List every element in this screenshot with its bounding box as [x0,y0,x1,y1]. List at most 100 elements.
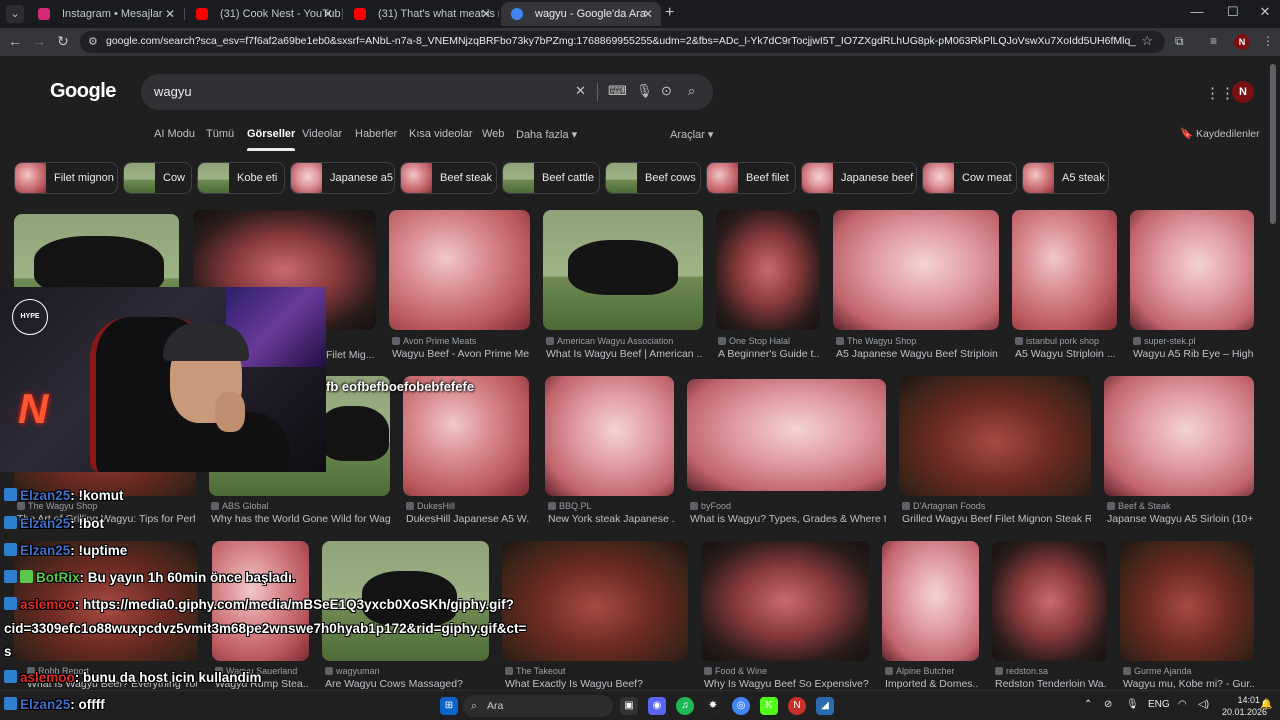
result-source[interactable]: DukesHill [406,501,529,511]
result-caption[interactable]: New York steak Japanese ... [548,513,674,525]
result-source[interactable]: redston.sa [995,666,1107,676]
result-image[interactable] [545,376,674,496]
result-source[interactable]: byFood [690,501,886,511]
chrome-icon[interactable]: ◎ [732,697,750,715]
search-input[interactable]: wagyu [154,84,192,99]
result-image[interactable] [1012,210,1117,330]
result-caption[interactable]: What Exactly Is Wagyu Beef? [505,678,688,690]
result-source[interactable]: Alpine Butcher [885,666,979,676]
tab-short-videos[interactable]: Kısa videolar [409,128,473,140]
tab-web[interactable]: Web [482,128,504,140]
result-image[interactable] [992,541,1107,661]
reload-icon[interactable]: ↻ [53,33,73,50]
result-source[interactable]: Gurme Ajanda [1123,666,1254,676]
kick-icon[interactable]: K [760,697,778,715]
close-tab-icon[interactable]: ✕ [323,2,333,26]
result-caption[interactable]: What is Wagyu? Types, Grades & Where t..… [690,513,886,525]
result-source[interactable]: American Wagyu Association [546,336,703,346]
tab-images[interactable]: Görseller [247,128,296,151]
result-caption[interactable]: Why Is Wagyu Beef So Expensive? [704,678,869,690]
result-image[interactable] [1130,210,1254,330]
start-icon[interactable]: ⊞ [440,697,458,715]
taskbar-search[interactable]: ⌕ Ara [463,695,613,717]
app-icon[interactable]: ✸ [704,697,722,715]
result-source[interactable]: Avon Prime Meats [392,336,530,346]
result-caption[interactable]: Filet Mig... [326,349,376,361]
chip-kobe-eti[interactable]: Kobe eti [197,162,285,194]
browser-menu-icon[interactable]: ⋮ [1262,34,1274,48]
chip-beef-cattle[interactable]: Beef cattle [502,162,600,194]
close-tab-icon[interactable]: ✕ [643,2,653,26]
tab-ai-mode[interactable]: AI Modu [154,128,195,140]
network-icon[interactable]: ⊘ [1104,699,1112,710]
tab-videos[interactable]: Videolar [302,128,342,140]
maximize-icon[interactable]: ☐ [1218,4,1248,20]
result-source[interactable]: The Wagyu Shop [836,336,999,346]
volume-icon[interactable]: ◁) [1198,699,1209,710]
chip-filet-mignon[interactable]: Filet mignon [14,162,118,194]
new-tab-icon[interactable]: + [665,4,674,22]
tab-youtube-meat[interactable]: (31) That's what meat is made ✕ [344,2,499,26]
result-caption[interactable]: Japanse Wagyu A5 Sirloin (10+... [1107,513,1254,525]
result-image[interactable] [716,210,820,330]
close-tab-icon[interactable]: ✕ [481,2,491,26]
result-source[interactable]: Beef & Steak [1107,501,1254,511]
result-source[interactable]: istanbul pork shop [1015,336,1117,346]
app-icon[interactable]: ◢ [816,697,834,715]
page-scrollbar[interactable] [1270,64,1276,224]
result-source[interactable]: The Takeout [505,666,688,676]
close-tab-icon[interactable]: ✕ [165,2,175,26]
close-window-icon[interactable]: ✕ [1250,4,1280,20]
result-caption[interactable]: Grilled Wagyu Beef Filet Mignon Steak R.… [902,513,1091,525]
taskbar-clock[interactable]: 14:01 20.01.2026 [1222,694,1267,718]
microphone-icon[interactable]: 🎙 [636,83,653,99]
chip-cow-meat[interactable]: Cow meat [922,162,1017,194]
result-caption[interactable]: What Is Wagyu Beef | American ... [546,348,703,360]
spotify-icon[interactable]: ♫ [676,697,694,715]
result-image[interactable] [403,376,529,496]
tab-youtube-cook-nest[interactable]: (31) Cook Nest - YouTube ✕ [186,2,341,26]
result-source[interactable]: wagyuman [325,666,489,676]
discord-icon[interactable]: ◉ [648,697,666,715]
chip-japanese-beef[interactable]: Japanese beef [801,162,917,194]
search-icon[interactable]: ⌕ [688,83,695,99]
result-image[interactable] [882,541,979,661]
result-image[interactable] [1120,541,1254,661]
result-caption[interactable]: Wagyu A5 Rib Eye – High... [1133,348,1254,360]
result-caption[interactable]: A5 Japanese Wagyu Beef Striploin ... [836,348,999,360]
lens-icon[interactable]: ⊙ [661,83,672,99]
search-box[interactable]: wagyu ✕ ⌨ 🎙 ⊙ ⌕ [141,74,713,110]
extensions-icon[interactable]: ⧉ [1175,34,1184,49]
keyboard-icon[interactable]: ⌨ [608,83,627,99]
result-source[interactable]: ABS Global [211,501,390,511]
result-caption[interactable]: Why has the World Gone Wild for Wag... [211,513,390,525]
tab-more[interactable]: Daha fazla ▾ [516,128,577,141]
result-caption[interactable]: Imported & Domes... [885,678,979,690]
tools-button[interactable]: Araçlar ▾ [670,128,713,141]
result-caption[interactable]: DukesHill Japanese A5 W... [406,513,529,525]
result-image[interactable] [389,210,530,330]
tab-search-menu-icon[interactable]: ⌄ [6,5,24,23]
browser-profile-avatar[interactable]: N [1234,34,1250,50]
result-image[interactable] [1104,376,1254,496]
chip-beef-cows[interactable]: Beef cows [605,162,701,194]
address-bar[interactable]: ⚙ google.com/search?sca_esv=f7f6af2a69be… [80,31,1165,53]
chip-cow[interactable]: Cow [123,162,192,194]
wifi-icon[interactable]: ◠ [1178,699,1187,710]
result-source[interactable]: super-stek.pl [1133,336,1254,346]
result-image[interactable] [543,210,703,330]
result-caption[interactable]: Are Wagyu Cows Massaged? [325,678,489,690]
result-caption[interactable]: A Beginner's Guide t... [718,348,820,360]
result-caption[interactable]: A5 Wagyu Striploin ... [1015,348,1117,360]
result-source[interactable]: D'Artagnan Foods [902,501,1091,511]
chip-beef-steak[interactable]: Beef steak [400,162,497,194]
site-info-icon[interactable]: ⚙ [88,35,98,48]
back-icon[interactable]: ← [5,33,25,49]
notification-bell-icon[interactable]: 🔔 [1260,699,1272,710]
reading-list-icon[interactable]: ≡ [1210,34,1217,48]
result-source[interactable]: Food & Wine [704,666,869,676]
result-image[interactable] [701,541,869,661]
task-view-icon[interactable]: ▣ [620,697,638,715]
result-image[interactable] [899,376,1091,496]
language-indicator[interactable]: ENG [1148,699,1170,710]
